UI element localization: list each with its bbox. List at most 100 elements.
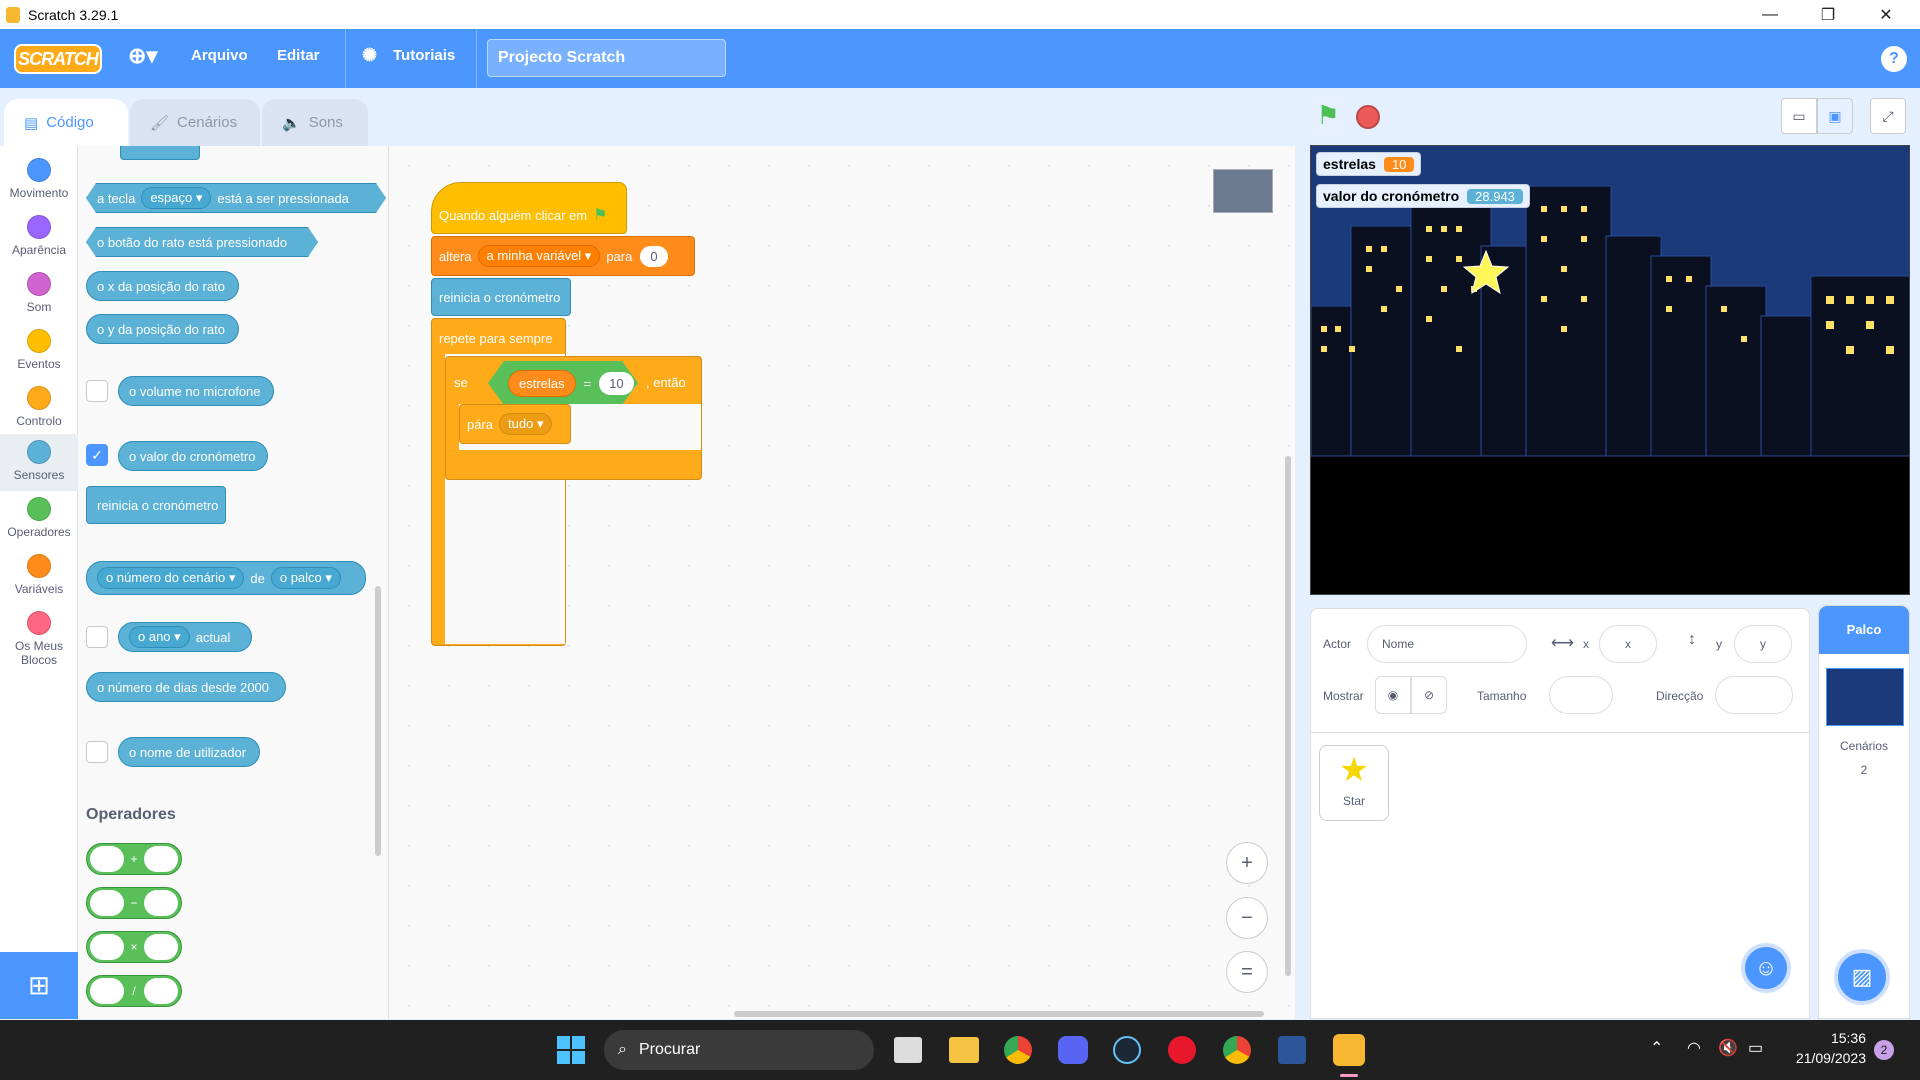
menu-file[interactable]: Arquivo	[191, 47, 248, 64]
script-set-variable-block[interactable]: altera a minha variável ▾ para 0	[431, 236, 695, 276]
username-checkbox[interactable]	[86, 741, 108, 763]
stop-dropdown[interactable]: tudo ▾	[499, 413, 553, 435]
menu-tutorials[interactable]: Tutoriais	[393, 47, 455, 64]
compare-value-input[interactable]: 10	[599, 371, 634, 395]
show-sprite-button[interactable]: ◉	[1375, 676, 1411, 714]
wifi-icon[interactable]: ◠	[1687, 1038, 1701, 1058]
palette-block-current[interactable]: o ano ▾ actual	[118, 622, 252, 652]
palette-scrollbar[interactable]	[375, 586, 381, 856]
chrome-icon[interactable]	[1004, 1036, 1032, 1064]
speaker-muted-icon[interactable]: 🔇	[1718, 1038, 1738, 1058]
palette-block-divide[interactable]: /	[86, 975, 182, 1007]
large-stage-button[interactable]: ▣	[1817, 98, 1853, 134]
category-motion[interactable]: Movimento	[0, 152, 78, 209]
operand-slot[interactable]	[143, 846, 178, 872]
palette-block-mouse-y[interactable]: o y da posição do rato	[86, 314, 239, 344]
operand-slot[interactable]	[143, 934, 178, 960]
small-stage-button[interactable]: ▭	[1781, 98, 1817, 134]
category-sound[interactable]: Som	[0, 266, 78, 323]
palette-block-key-pressed[interactable]: a tecla espaço ▾ está a ser pressionada	[86, 183, 386, 213]
category-control[interactable]: Controlo	[0, 380, 78, 437]
maximize-button[interactable]: ❐	[1800, 0, 1856, 29]
taskbar-search[interactable]: ⌕ Procurar	[604, 1030, 874, 1070]
operand-slot[interactable]	[90, 978, 124, 1004]
green-flag-button[interactable]: ⚑	[1310, 98, 1346, 134]
script-hat-block[interactable]: Quando alguém clicar em ⚑	[431, 182, 627, 234]
file-explorer-icon[interactable]	[949, 1037, 979, 1063]
zoom-out-button[interactable]: −	[1226, 897, 1268, 939]
zoom-reset-button[interactable]: =	[1226, 951, 1268, 993]
stage-canvas[interactable]: estrelas 10 valor do cronómetro 28.943	[1310, 145, 1910, 595]
task-view-icon[interactable]	[894, 1037, 922, 1063]
estrelas-reporter[interactable]: estrelas	[508, 369, 576, 397]
globe-icon[interactable]: ⊕▾	[128, 43, 157, 69]
app-icon-red[interactable]	[1168, 1036, 1196, 1064]
script-reset-timer-block[interactable]: reinicia o cronómetro	[431, 278, 571, 316]
palette-block-mouse-x[interactable]: o x da posição do rato	[86, 271, 239, 301]
operand-slot[interactable]	[90, 890, 124, 916]
operand-slot[interactable]	[90, 934, 124, 960]
close-button[interactable]: ✕	[1858, 0, 1914, 29]
fullscreen-button[interactable]: ⤢	[1870, 98, 1906, 134]
add-backdrop-button[interactable]: ▨	[1834, 949, 1890, 1005]
clock-time[interactable]: 15:36	[1786, 1030, 1866, 1046]
variable-dropdown[interactable]: a minha variável ▾	[477, 245, 601, 267]
palette-block-mouse-down[interactable]: o botão do rato está pressionado	[86, 227, 318, 257]
stage-selector-panel[interactable]: Palco Cenários 2 ▨	[1818, 605, 1910, 1019]
category-looks[interactable]: Aparência	[0, 209, 78, 266]
category-events[interactable]: Eventos	[0, 323, 78, 380]
category-operators[interactable]: Operadores	[0, 491, 78, 548]
notification-badge[interactable]: 2	[1874, 1040, 1894, 1060]
windows-start-icon[interactable]	[557, 1036, 585, 1064]
word-icon[interactable]	[1278, 1036, 1306, 1064]
chevron-up-icon[interactable]: ⌃	[1650, 1038, 1663, 1058]
steam-icon[interactable]	[1113, 1036, 1141, 1064]
zoom-in-button[interactable]: +	[1226, 842, 1268, 884]
workspace-hscrollbar[interactable]	[734, 1011, 1264, 1017]
hide-sprite-button[interactable]: ⊘	[1411, 676, 1447, 714]
project-title-input[interactable]: Projecto Scratch	[487, 39, 726, 77]
operand-slot[interactable]	[143, 890, 178, 916]
sprite-direction-input[interactable]	[1715, 676, 1793, 714]
operand-slot[interactable]	[90, 846, 124, 872]
palette-block-days-since[interactable]: o número de dias desde 2000	[86, 672, 286, 702]
category-sensing[interactable]: Sensores	[0, 434, 78, 491]
monitor-estrelas[interactable]: estrelas 10	[1316, 152, 1422, 176]
script-stop-block[interactable]: pára tudo ▾	[459, 404, 571, 444]
equals-operator[interactable]: estrelas = 10	[488, 361, 638, 405]
script-workspace[interactable]: Quando alguém clicar em ⚑ altera a minha…	[389, 146, 1295, 1019]
category-variables[interactable]: Variáveis	[0, 548, 78, 605]
scratch-logo[interactable]: SCRATCH	[14, 44, 102, 74]
target-dropdown[interactable]: o palco ▾	[270, 567, 341, 589]
current-checkbox[interactable]	[86, 626, 108, 648]
palette-block-partial[interactable]	[120, 146, 200, 160]
sprite-y-input[interactable]: y	[1734, 625, 1792, 663]
battery-icon[interactable]: ▭	[1748, 1038, 1763, 1058]
add-sprite-button[interactable]: ☺	[1741, 943, 1791, 993]
help-icon[interactable]: ?	[1881, 46, 1907, 72]
palette-block-add[interactable]: +	[86, 843, 182, 875]
category-my-blocks[interactable]: Os Meus Blocos	[0, 605, 78, 667]
workspace-vscrollbar[interactable]	[1285, 456, 1291, 976]
current-dropdown[interactable]: o ano ▾	[129, 626, 190, 648]
loudness-checkbox[interactable]	[86, 380, 108, 402]
operand-slot[interactable]	[144, 978, 178, 1004]
palette-block-of[interactable]: o número do cenário ▾ de o palco ▾	[86, 561, 366, 595]
minimize-button[interactable]: —	[1742, 0, 1798, 29]
key-dropdown[interactable]: espaço ▾	[141, 187, 211, 209]
tab-sounds[interactable]: 🔈 Sons	[262, 99, 368, 146]
timer-checkbox[interactable]: ✓	[86, 444, 108, 466]
add-extension-button[interactable]: ⊞	[0, 952, 78, 1019]
stop-button[interactable]	[1356, 105, 1380, 129]
tab-costumes[interactable]: 🖌 Cenários	[130, 99, 260, 146]
chrome-profile-icon[interactable]	[1223, 1036, 1251, 1064]
sprite-name-input[interactable]: Nome	[1367, 625, 1527, 663]
sprite-tile-star[interactable]: ★ Star	[1319, 745, 1389, 821]
tab-code[interactable]: ▤ Código	[4, 99, 128, 146]
palette-block-multiply[interactable]: ×	[86, 931, 182, 963]
palette-block-subtract[interactable]: −	[86, 887, 182, 919]
property-dropdown[interactable]: o número do cenário ▾	[97, 567, 245, 589]
sprite-size-input[interactable]	[1549, 676, 1613, 714]
palette-block-timer[interactable]: o valor do cronómetro	[118, 441, 268, 471]
sprite-x-input[interactable]: x	[1599, 625, 1657, 663]
